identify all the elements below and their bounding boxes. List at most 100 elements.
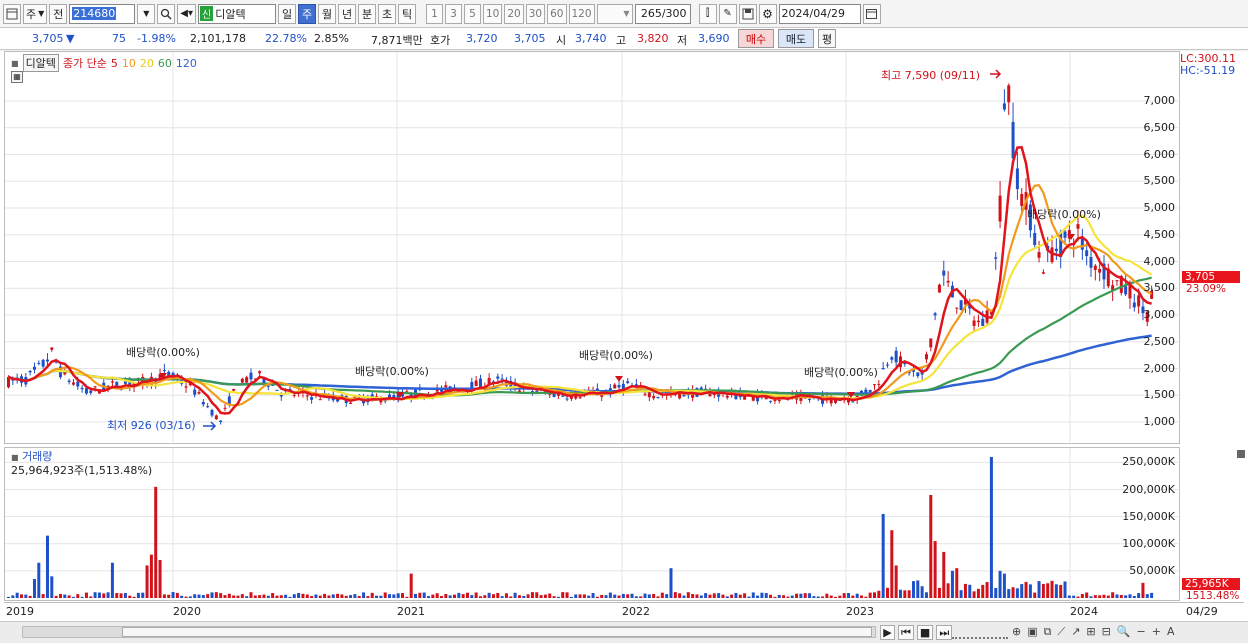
stop-icon[interactable]: ■	[916, 625, 934, 640]
draw-tool-icon[interactable]: ✎	[718, 3, 737, 24]
volume-bar	[89, 596, 93, 598]
candle-body	[868, 389, 872, 392]
volume-bar	[526, 594, 530, 598]
period-month-button[interactable]: 월	[318, 3, 336, 24]
price-panel[interactable]: ■ 디알텍 종가 단순 5 10 20 60 120 ▦ 7,000 6,500 6…	[4, 51, 1181, 445]
volume-bar	[626, 594, 630, 598]
stock-code-input[interactable]: 214680	[69, 3, 136, 24]
volume-bar	[1050, 580, 1054, 598]
volume-bar	[1080, 594, 1084, 598]
stock-name-field[interactable]: 신 디알텍	[198, 3, 276, 24]
interval-30-button[interactable]: 30	[525, 3, 546, 24]
candle-body	[80, 387, 84, 390]
volume-bar	[885, 587, 889, 598]
volume-bar	[751, 592, 755, 598]
code-dropdown-icon[interactable]: ▼	[137, 3, 156, 24]
volume-bar	[548, 593, 552, 598]
scroll-start-icon[interactable]: ⏮	[898, 625, 914, 640]
copy-icon[interactable]: ⧉	[1044, 625, 1052, 639]
line-tool-icon[interactable]: ⟋	[1057, 625, 1065, 639]
period-year-button[interactable]: 년	[338, 3, 356, 24]
plus-icon[interactable]: +	[1152, 625, 1161, 639]
chart-scrollbar-thumb[interactable]	[122, 627, 872, 637]
candle-body	[50, 347, 54, 350]
candle-body	[249, 372, 253, 380]
chart-kind-select[interactable]: 주 ▼	[23, 3, 48, 24]
candle-icon[interactable]: ⫿	[698, 3, 717, 24]
volume-bar	[842, 593, 846, 598]
volume-bar	[587, 595, 591, 598]
volume-bar	[444, 593, 448, 598]
volume-bar	[708, 594, 712, 598]
candle-body	[1128, 285, 1132, 299]
interval-60-button[interactable]: 60	[547, 3, 567, 24]
interval-custom-select[interactable]: ▼	[596, 3, 633, 24]
volume-bar	[1141, 582, 1145, 598]
candle-body	[946, 280, 950, 283]
volume-bar	[496, 592, 500, 598]
gear-icon[interactable]: ⚙	[758, 3, 777, 24]
volume-bar	[375, 595, 379, 598]
crosshair-icon[interactable]: ⊕	[1012, 625, 1021, 639]
zoom-slider[interactable]	[952, 625, 1008, 639]
high-price: 3,820	[637, 32, 669, 45]
eval-button[interactable]: 평	[818, 29, 836, 48]
period-tick-button[interactable]: 틱	[398, 3, 416, 24]
chart-area[interactable]: ■ 디알텍 종가 단순 5 10 20 60 120 ▦ 7,000 6,500 6…	[0, 51, 1248, 643]
volume-bar	[522, 595, 526, 598]
measure-icon[interactable]: ⊟	[1102, 625, 1111, 639]
data-count-field[interactable]: 265/300	[634, 3, 691, 24]
search-icon[interactable]	[157, 3, 176, 24]
volume-bar	[336, 593, 340, 598]
volume-bar	[955, 568, 959, 598]
chart-kind-label: 주	[26, 7, 37, 21]
save-icon[interactable]	[738, 3, 757, 24]
period-week-button[interactable]: 주	[298, 3, 316, 24]
volume-panel[interactable]: ■ 거래량 25,964,923주(1,513.48%) 250,000K 200…	[4, 447, 1181, 602]
volume-bar	[1102, 594, 1106, 598]
scroll-right-icon[interactable]: ▶	[880, 625, 895, 640]
minus-icon[interactable]: −	[1137, 625, 1146, 639]
period-minute-button[interactable]: 분	[358, 3, 376, 24]
zoom-in-icon[interactable]: 🔍	[1117, 625, 1131, 639]
current-volume-pct: 1513.48%	[1186, 590, 1240, 602]
scroll-end-icon[interactable]: ⏭	[936, 625, 953, 640]
text-tool-icon[interactable]: A	[1167, 625, 1175, 639]
box-select-icon[interactable]: ▣	[1027, 625, 1037, 639]
interval-1-button[interactable]: 1	[426, 3, 443, 24]
interval-20-button[interactable]: 20	[504, 3, 524, 24]
grid-toggle-icon[interactable]: ▦	[11, 71, 23, 83]
volume-axis-tick: 50,000K	[1129, 563, 1175, 577]
volume-bar	[660, 592, 664, 598]
candle-body	[656, 396, 660, 398]
sell-button[interactable]: 매도	[778, 29, 814, 48]
candle-body	[1033, 233, 1037, 245]
volume-bar	[119, 593, 123, 598]
volume-bar	[28, 595, 32, 598]
calendar-icon[interactable]	[862, 3, 881, 24]
volume-bar	[881, 513, 885, 598]
volume-bar	[54, 595, 58, 598]
prev-button[interactable]: 전	[49, 3, 68, 24]
interval-5-button[interactable]: 5	[464, 3, 481, 24]
sound-icon[interactable]: ◀▾	[177, 3, 196, 24]
period-second-button[interactable]: 초	[378, 3, 396, 24]
legend-stock-name: 디알텍	[22, 54, 59, 72]
interval-120-button[interactable]: 120	[568, 3, 595, 24]
candle-body	[647, 392, 651, 398]
date-field[interactable]: 2024/04/29	[778, 3, 861, 24]
price-axis-tick: 6,500	[1143, 120, 1176, 134]
period-day-button[interactable]: 일	[278, 3, 296, 24]
interval-10-button[interactable]: 10	[483, 3, 503, 24]
candle-body	[769, 400, 773, 402]
interval-3-button[interactable]: 3	[445, 3, 462, 24]
ruler-icon[interactable]: ⊞	[1086, 625, 1095, 639]
buy-button[interactable]: 매수	[738, 29, 774, 48]
trend-tool-icon[interactable]: ↗	[1071, 625, 1080, 639]
panel-menu-icon[interactable]	[1237, 450, 1245, 458]
volume-bar	[894, 565, 898, 598]
candle-body	[565, 398, 569, 400]
chart-type-icon[interactable]	[3, 3, 21, 24]
candle-body	[41, 359, 45, 367]
dividend-label: 배당락(0.00%)	[355, 365, 429, 378]
